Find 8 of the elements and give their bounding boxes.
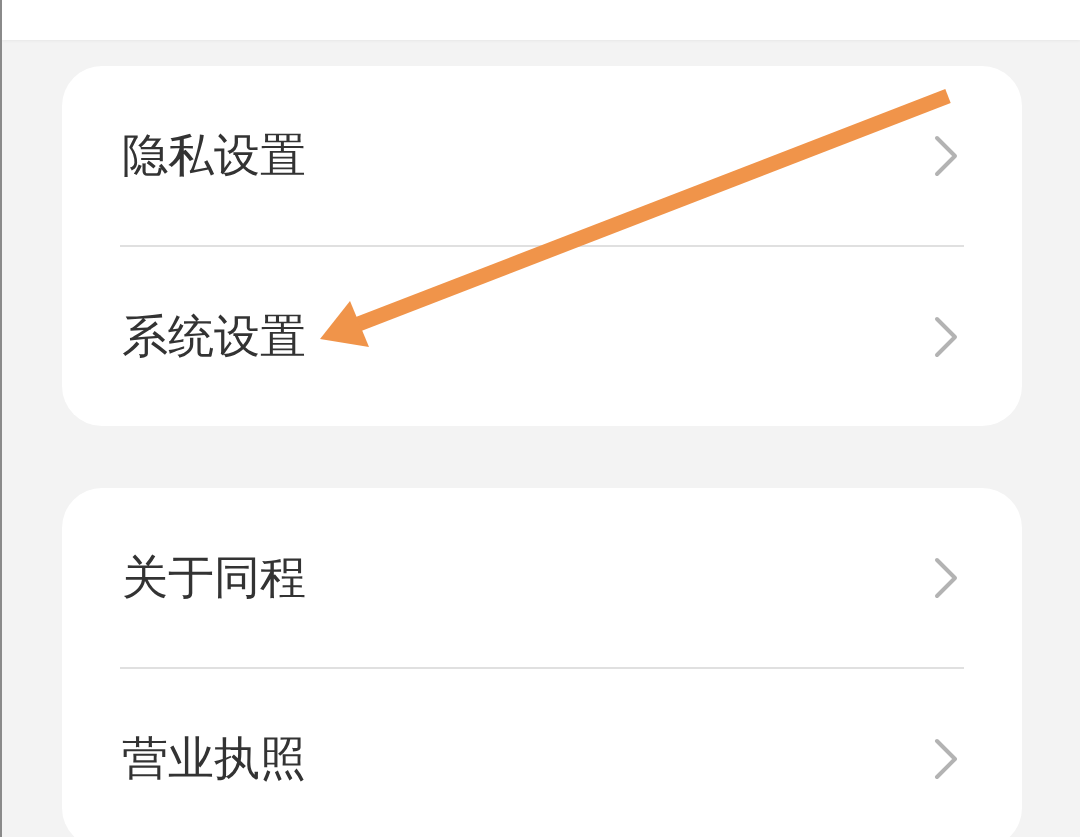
settings-row[interactable]: 隐私设置 — [62, 66, 1022, 245]
settings-row[interactable]: 系统设置 — [62, 247, 1022, 426]
settings-row[interactable]: 营业执照 — [62, 669, 1022, 837]
settings-row[interactable]: 关于同程 — [62, 488, 1022, 667]
chevron-right-icon — [934, 315, 958, 358]
chevron-right-icon — [934, 556, 958, 599]
chevron-right-icon — [934, 134, 958, 177]
chevron-right-icon — [934, 737, 958, 780]
